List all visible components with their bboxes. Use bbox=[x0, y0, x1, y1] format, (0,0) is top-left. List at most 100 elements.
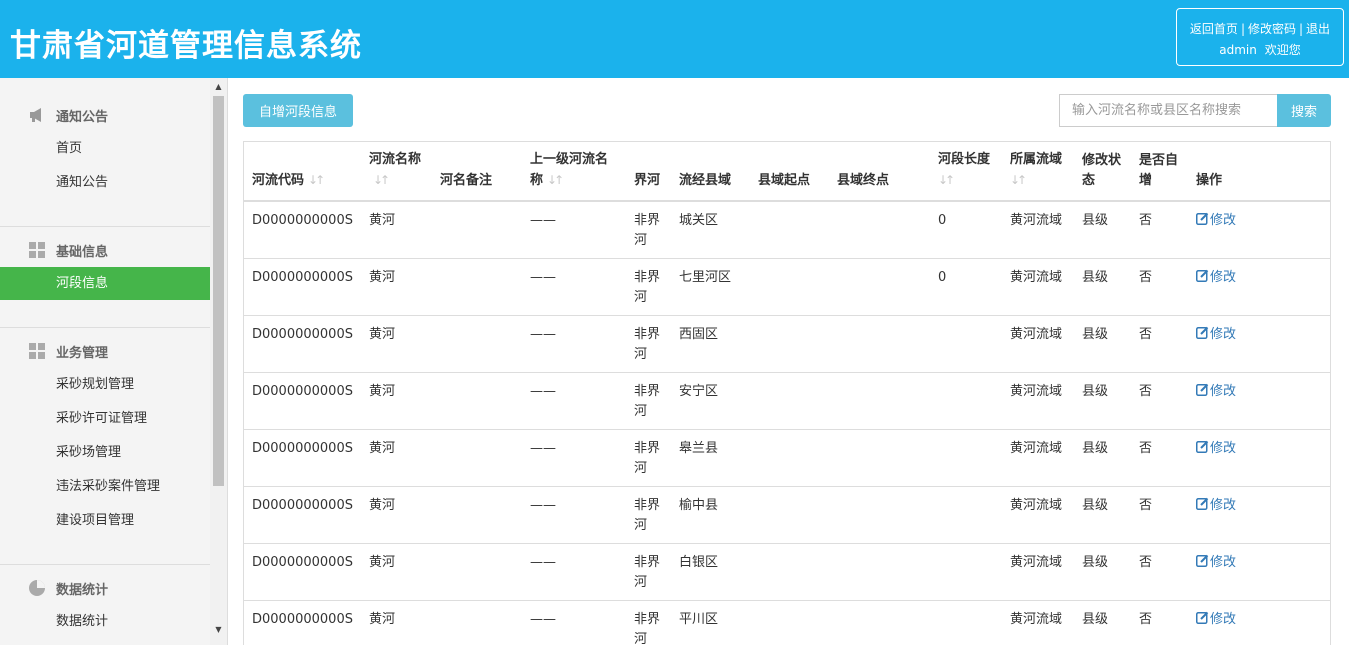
search-button[interactable]: 搜索 bbox=[1277, 94, 1331, 127]
col-basin[interactable]: 所属流域 ↓↑ bbox=[1002, 142, 1074, 202]
sidebar-item-home[interactable]: 首页 bbox=[0, 132, 210, 165]
change-password-link[interactable]: 修改密码 bbox=[1248, 20, 1296, 37]
sidebar-item-sand-site[interactable]: 采砂场管理 bbox=[0, 436, 210, 469]
col-edit-status: 修改状态 bbox=[1074, 142, 1131, 202]
table-row: D0000000000S 黄河 —— 非界河 平川区 黄河流域 县级否 修改 bbox=[244, 600, 1330, 645]
edit-link[interactable]: 修改 bbox=[1196, 497, 1237, 513]
cell-county: 白银区 bbox=[671, 543, 750, 601]
sidebar-item-sand-plan[interactable]: 采砂规划管理 bbox=[0, 368, 210, 401]
cell-edit-status: 县级 bbox=[1074, 429, 1131, 487]
cell-section-length: 0 bbox=[930, 258, 1002, 316]
edit-label: 修改 bbox=[1210, 213, 1237, 228]
cell-boundary-river: 非界河 bbox=[626, 600, 671, 645]
edit-link[interactable]: 修改 bbox=[1196, 269, 1236, 285]
edit-label: 修改 bbox=[1210, 497, 1237, 513]
cell-self-added: 否 bbox=[1131, 372, 1188, 430]
col-self-added: 是否自增 bbox=[1131, 142, 1188, 202]
col-parent-river[interactable]: 上一级河流名称 ↓↑ bbox=[522, 142, 626, 202]
sidebar-item-sand-license[interactable]: 采砂许可证管理 bbox=[0, 402, 210, 435]
edit-link[interactable]: 修改 bbox=[1196, 554, 1236, 570]
cell-parent-river: —— bbox=[522, 486, 626, 544]
scroll-thumb[interactable] bbox=[213, 96, 224, 486]
cell-county-end bbox=[829, 258, 930, 316]
home-link[interactable]: 返回首页 bbox=[1190, 20, 1238, 37]
edit-label: 修改 bbox=[1210, 383, 1237, 399]
cell-actions: 修改 bbox=[1188, 600, 1330, 645]
megaphone-icon bbox=[28, 106, 46, 124]
sidebar-item-river-section[interactable]: 河段信息 bbox=[0, 267, 210, 300]
cell-river-name: 黄河 bbox=[361, 315, 432, 373]
scroll-down-icon[interactable]: ▼ bbox=[210, 623, 227, 637]
table-row: D0000000000S 黄河 —— 非界河 七里河区 0 黄河流域 县级否 修改 bbox=[244, 258, 1330, 316]
col-county: 流经县域 bbox=[671, 142, 750, 202]
col-river-name[interactable]: 河流名称↓↑ bbox=[361, 142, 432, 202]
add-river-section-button[interactable]: 自增河段信息 bbox=[243, 94, 353, 127]
cell-county: 平川区 bbox=[671, 600, 750, 645]
search-input[interactable] bbox=[1059, 94, 1277, 127]
cell-county-start bbox=[750, 543, 829, 601]
edit-label: 修改 bbox=[1210, 326, 1237, 342]
sidebar-scrollbar[interactable]: ▲ ▼ bbox=[210, 78, 227, 645]
cell-county-start bbox=[750, 429, 829, 487]
cell-river-remark bbox=[432, 600, 522, 645]
col-river-code[interactable]: 河流代码 ↓↑ bbox=[244, 142, 361, 202]
cell-river-remark bbox=[432, 429, 522, 487]
nav-divider bbox=[0, 564, 210, 565]
edit-icon bbox=[1196, 383, 1209, 396]
link-separator: | bbox=[1299, 22, 1304, 36]
sort-icon[interactable]: ↓↑ bbox=[373, 170, 390, 190]
sort-icon[interactable]: ↓↑ bbox=[938, 170, 955, 190]
cell-county: 榆中县 bbox=[671, 486, 750, 544]
cell-basin: 黄河流域 bbox=[1002, 543, 1074, 601]
cell-boundary-river: 非界河 bbox=[626, 543, 671, 601]
sidebar-item-notice[interactable]: 通知公告 bbox=[0, 166, 210, 199]
edit-link[interactable]: 修改 bbox=[1196, 212, 1237, 228]
edit-link[interactable]: 修改 bbox=[1196, 383, 1237, 399]
edit-link[interactable]: 修改 bbox=[1196, 611, 1237, 627]
cell-county: 七里河区 bbox=[671, 258, 750, 316]
cell-basin: 黄河流域 bbox=[1002, 486, 1074, 544]
cell-river-name: 黄河 bbox=[361, 258, 432, 316]
cell-boundary-river: 非界河 bbox=[626, 429, 671, 487]
cell-boundary-river: 非界河 bbox=[626, 201, 671, 259]
cell-self-added: 否 bbox=[1131, 315, 1188, 373]
sidebar-item-stats[interactable]: 数据统计 bbox=[0, 605, 210, 638]
col-actions: 操作 bbox=[1188, 142, 1330, 202]
cell-basin: 黄河流域 bbox=[1002, 201, 1074, 259]
edit-link[interactable]: 修改 bbox=[1196, 440, 1236, 456]
table-row: D0000000000S 黄河 —— 非界河 榆中县 黄河流域 县级否 修改 bbox=[244, 486, 1330, 544]
cell-parent-river: —— bbox=[522, 201, 626, 259]
col-section-length[interactable]: 河段长度 ↓↑ bbox=[930, 142, 1002, 202]
cell-county: 城关区 bbox=[671, 201, 750, 259]
table-row: D0000000000S 黄河 —— 非界河 城关区 0 黄河流域 县级否 修改 bbox=[244, 201, 1330, 259]
edit-icon bbox=[1196, 497, 1209, 510]
cell-self-added: 否 bbox=[1131, 486, 1188, 544]
cell-actions: 修改 bbox=[1188, 201, 1330, 259]
welcome-text: 欢迎您 bbox=[1264, 43, 1301, 57]
cell-county-start bbox=[750, 372, 829, 430]
edit-icon bbox=[1196, 326, 1209, 339]
pie-chart-icon bbox=[28, 579, 46, 597]
scroll-up-icon[interactable]: ▲ bbox=[210, 80, 227, 94]
sort-icon[interactable]: ↓↑ bbox=[308, 170, 325, 190]
cell-parent-river: —— bbox=[522, 600, 626, 645]
cell-county-start bbox=[750, 258, 829, 316]
col-river-remark: 河名备注 bbox=[432, 142, 522, 202]
grid-icon bbox=[28, 241, 46, 259]
cell-river-name: 黄河 bbox=[361, 600, 432, 645]
cell-county-start bbox=[750, 486, 829, 544]
cell-parent-river: —— bbox=[522, 315, 626, 373]
logout-link[interactable]: 退出 bbox=[1306, 20, 1330, 37]
sort-icon[interactable]: ↓↑ bbox=[547, 170, 564, 190]
cell-edit-status: 县级 bbox=[1074, 315, 1131, 373]
edit-link[interactable]: 修改 bbox=[1196, 326, 1237, 342]
edit-label: 修改 bbox=[1210, 611, 1237, 627]
grid-icon bbox=[28, 342, 46, 360]
cell-actions: 修改 bbox=[1188, 486, 1330, 544]
cell-river-code: D0000000000S bbox=[244, 201, 361, 259]
sort-icon[interactable]: ↓↑ bbox=[1010, 170, 1027, 190]
sidebar-item-construction[interactable]: 建设项目管理 bbox=[0, 504, 210, 537]
nav-heading-stats: 数据统计 bbox=[28, 578, 108, 598]
cell-river-code: D0000000000S bbox=[244, 315, 361, 373]
sidebar-item-illegal-case[interactable]: 违法采砂案件管理 bbox=[0, 470, 210, 503]
